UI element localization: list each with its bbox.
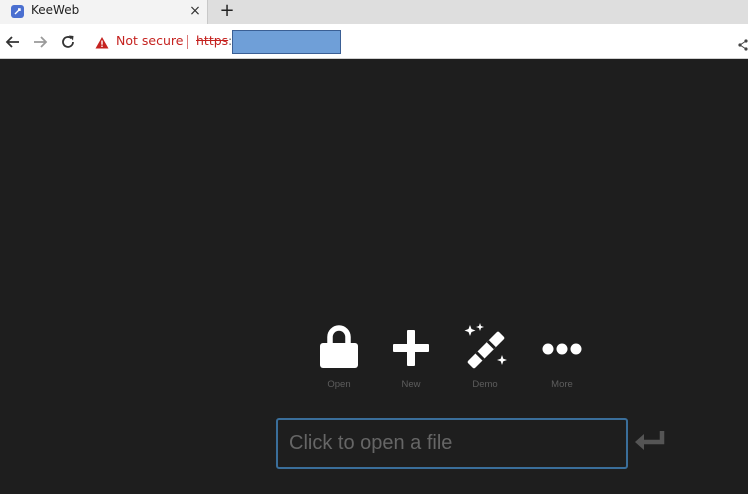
more-button[interactable]: More (532, 321, 592, 391)
demo-label: Demo (472, 379, 498, 390)
share-icon[interactable] (738, 36, 748, 55)
browser-tab[interactable]: KeeWeb × (0, 0, 208, 24)
open-file-input[interactable] (276, 418, 628, 469)
url-redaction (232, 30, 341, 54)
keeweb-app: Open New Demo More (0, 59, 748, 494)
tab-strip: KeeWeb × + (0, 0, 748, 24)
address-separator (187, 35, 188, 49)
ellipsis-icon (542, 343, 582, 355)
warning-triangle-icon[interactable] (95, 34, 109, 53)
tab-close-icon[interactable]: × (188, 1, 202, 21)
browser-toolbar: Not secure https : (0, 24, 748, 59)
magic-wand-icon (464, 323, 507, 369)
more-label: More (551, 379, 573, 390)
reload-icon[interactable] (57, 31, 79, 53)
demo-button[interactable]: Demo (455, 321, 515, 391)
enter-return-icon[interactable] (633, 428, 667, 458)
back-arrow-icon[interactable] (2, 31, 24, 53)
forward-arrow-icon[interactable] (29, 31, 51, 53)
keeweb-favicon-icon (11, 5, 24, 18)
tab-title: KeeWeb (31, 3, 80, 17)
not-secure-label[interactable]: Not secure (116, 33, 183, 48)
open-button[interactable]: Open (309, 321, 369, 391)
url-scheme: https (196, 33, 229, 48)
new-label: New (401, 379, 421, 390)
plus-icon (393, 330, 429, 366)
open-label: Open (327, 379, 351, 390)
lock-icon (320, 325, 358, 368)
address-bar[interactable]: Not secure https : (86, 28, 748, 55)
new-tab-button[interactable]: + (218, 0, 236, 22)
new-button[interactable]: New (381, 321, 441, 391)
